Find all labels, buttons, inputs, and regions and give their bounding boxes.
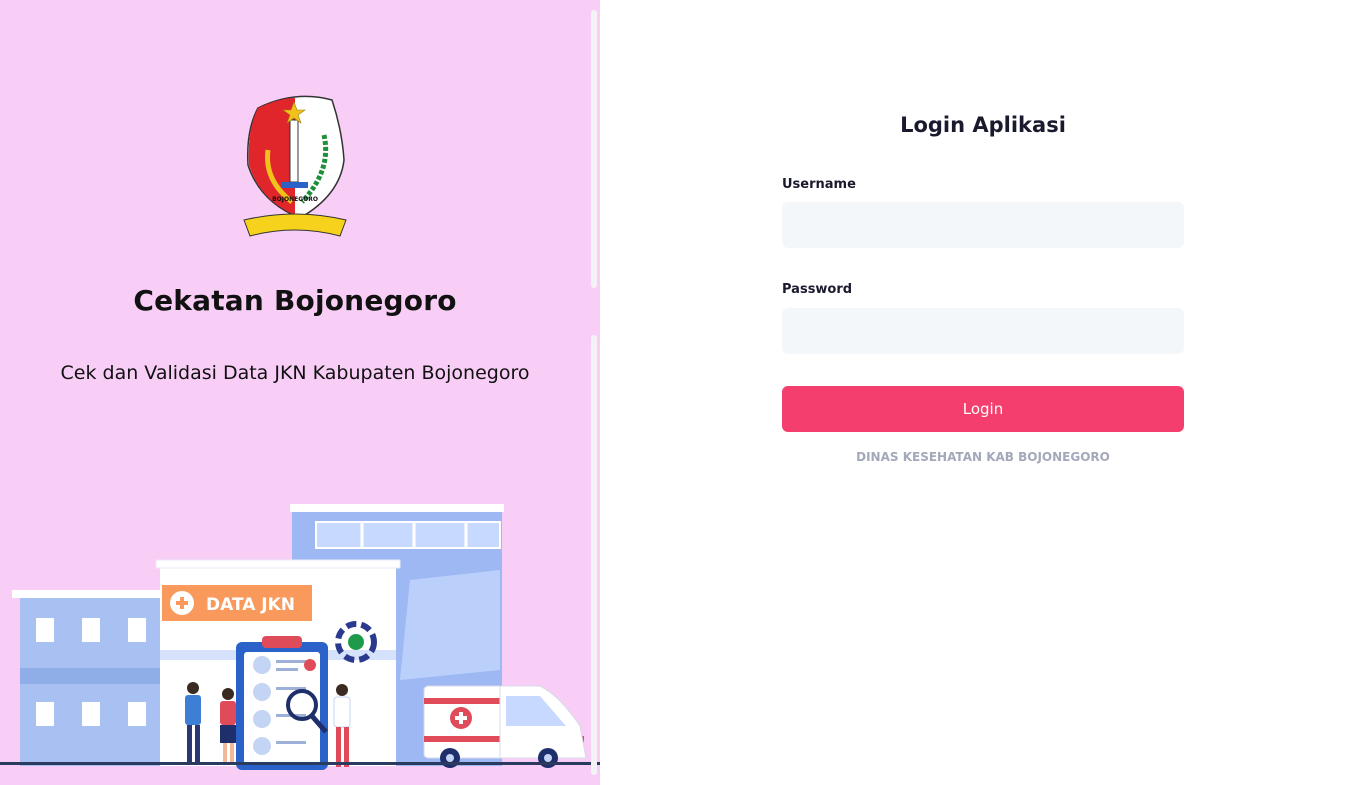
illustration-sign: DATA JKN <box>206 595 295 615</box>
username-input[interactable] <box>782 202 1184 248</box>
plus-circle-icon <box>170 591 194 615</box>
scrollbar-thumb[interactable] <box>591 10 597 288</box>
app-title: Cekatan Bojonegoro <box>133 284 457 317</box>
username-label: Username <box>782 177 856 192</box>
app-subtitle: Cek dan Validasi Data JKN Kabupaten Bojo… <box>60 362 530 384</box>
login-button[interactable]: Login <box>782 386 1184 432</box>
footer-organization: DINAS KESEHATAN KAB BOJONEGORO <box>856 450 1110 464</box>
logo-label: BOJONEGORO <box>272 196 318 203</box>
login-page: BOJONEGORO Cekatan Bojonegoro Cek dan Va… <box>0 0 1366 785</box>
bojonegoro-crest-icon: BOJONEGORO <box>243 95 347 237</box>
login-title: Login Aplikasi <box>900 113 1066 137</box>
password-label: Password <box>782 282 853 297</box>
medical-cross-icon <box>450 707 472 729</box>
scrollbar-track[interactable] <box>591 335 597 775</box>
hospital-illustration: DATA JKN <box>0 504 600 770</box>
branding-panel: BOJONEGORO Cekatan Bojonegoro Cek dan Va… <box>0 0 600 785</box>
password-input[interactable] <box>782 308 1184 354</box>
